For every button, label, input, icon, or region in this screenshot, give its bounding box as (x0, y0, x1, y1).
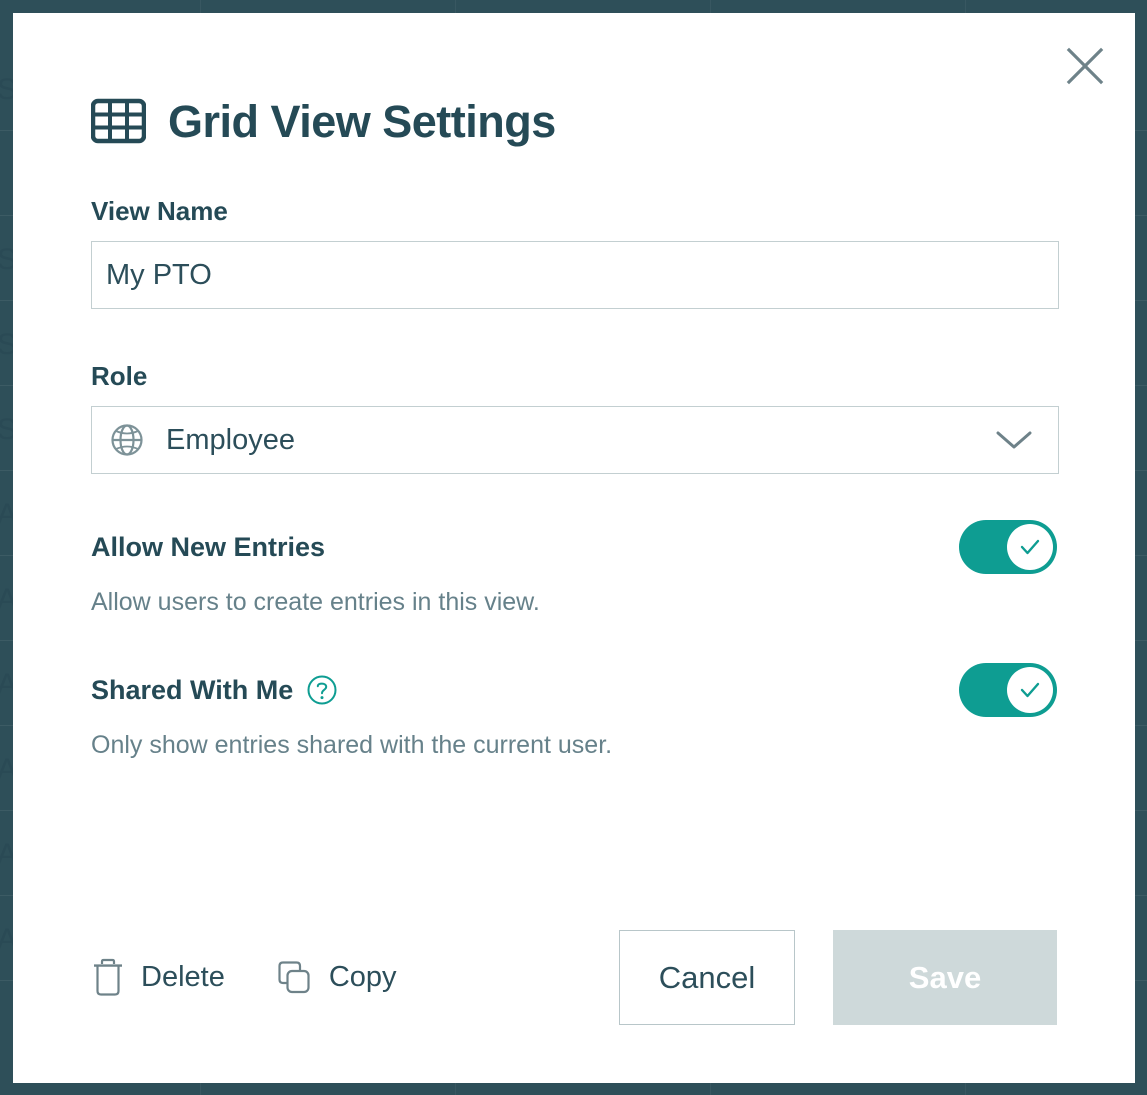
check-icon (1020, 539, 1040, 555)
save-button[interactable]: Save (833, 930, 1057, 1025)
trash-icon (94, 958, 122, 996)
view-name-label: View Name (91, 196, 228, 226)
cancel-button[interactable]: Cancel (619, 930, 795, 1025)
view-name-field: View Name (13, 196, 1135, 309)
page-title: Grid View Settings (168, 95, 556, 147)
dialog-header: Grid View Settings (13, 13, 1135, 144)
footer-actions: Cancel Save (619, 930, 1057, 1025)
check-icon (1020, 682, 1040, 698)
role-field: Role Employee (13, 361, 1135, 474)
allow-new-entries-toggle[interactable] (959, 520, 1057, 574)
shared-with-me-toggle[interactable] (959, 663, 1057, 717)
copy-icon (278, 960, 310, 993)
question-circle-icon (307, 675, 337, 705)
grid-view-settings-dialog: Grid View Settings View Name Role Employ… (13, 13, 1135, 1083)
grid-table-icon (91, 98, 146, 144)
shared-with-me-setting: Shared With Me Only show entries shared … (13, 663, 1135, 760)
shared-with-me-label-group: Shared With Me (91, 674, 338, 706)
allow-new-entries-label: Allow New Entries (91, 531, 326, 562)
toggle-knob (1007, 524, 1053, 570)
copy-label: Copy (328, 961, 397, 993)
chevron-down-icon-wrap (994, 428, 1034, 452)
toggle-knob (1007, 667, 1053, 713)
view-name-input[interactable] (91, 241, 1059, 309)
dialog-footer: Delete Copy Cancel Save (13, 930, 1135, 1025)
chevron-down-icon (996, 431, 1032, 449)
delete-button[interactable]: Delete (91, 958, 225, 998)
delete-label: Delete (141, 961, 225, 993)
close-icon (1066, 47, 1104, 85)
help-button[interactable] (306, 674, 338, 706)
close-button[interactable] (1062, 43, 1108, 89)
shared-with-me-description: Only show entries shared with the curren… (91, 731, 613, 759)
role-value: Employee (166, 423, 295, 456)
copy-button[interactable]: Copy (273, 958, 397, 998)
role-select[interactable]: Employee (91, 406, 1059, 474)
allow-new-entries-description: Allow users to create entries in this vi… (91, 588, 540, 616)
allow-new-entries-setting: Allow New Entries Allow users to create … (13, 520, 1135, 617)
role-label: Role (91, 361, 148, 391)
globe-icon (111, 424, 143, 456)
shared-with-me-label: Shared With Me (91, 674, 294, 705)
